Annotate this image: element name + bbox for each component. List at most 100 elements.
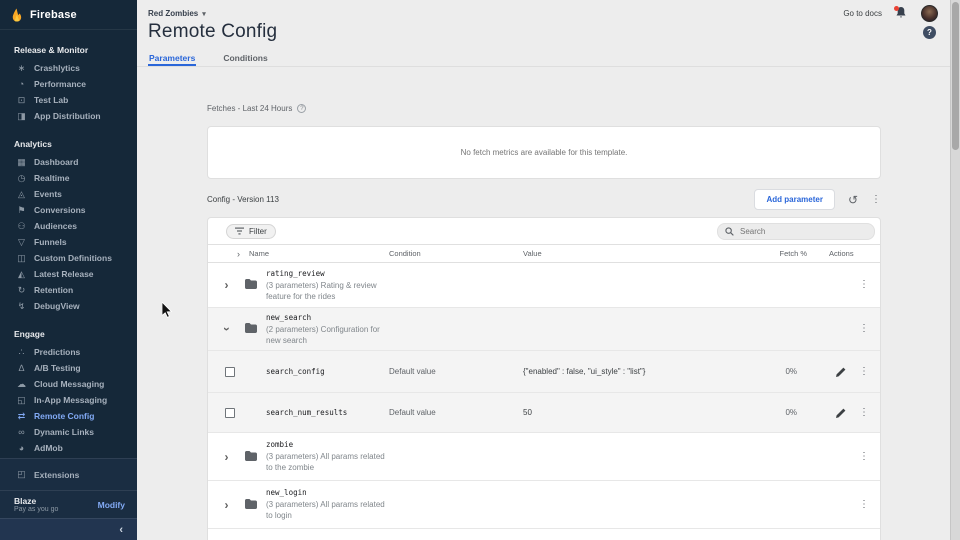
table-row-rating-review: › rating_review (3 parameters) Rating & r… <box>208 263 880 308</box>
parameter-condition: Default value <box>389 408 523 417</box>
chevron-right-icon[interactable]: › <box>225 500 229 510</box>
performance-icon: ◔ <box>15 80 28 89</box>
parameter-name: search_num_results <box>266 408 389 417</box>
extensions-icon: ◰ <box>15 470 28 479</box>
parameter-group-description: (3 parameters) Rating & review feature f… <box>266 280 389 302</box>
row-checkbox[interactable] <box>225 408 235 418</box>
sidebar-item-funnels[interactable]: ▽Funnels <box>0 234 137 250</box>
config-header: Config - Version 113 Add parameter ↺ ⋮ <box>207 189 881 210</box>
sidebar-item-performance[interactable]: ◔Performance <box>0 76 137 92</box>
expand-all-icon[interactable]: › <box>208 249 245 259</box>
page-scrollbar <box>950 0 960 540</box>
audiences-icon: ⚇ <box>15 222 28 231</box>
sidebar-item-ab-testing[interactable]: ∆A/B Testing <box>0 360 137 376</box>
sidebar-section-analytics: Analytics ▦Dashboard ◷Realtime ◬Events ⚑… <box>0 130 137 314</box>
row-menu-icon[interactable]: ⋮ <box>859 500 869 510</box>
help-icon[interactable]: ? <box>923 26 936 39</box>
scrollbar-thumb[interactable] <box>952 2 959 150</box>
fetches-help-icon[interactable]: ? <box>297 104 306 113</box>
dynamic-links-icon: ∞ <box>15 428 28 437</box>
row-menu-icon[interactable]: ⋮ <box>859 324 869 334</box>
sidebar-item-test-lab[interactable]: ⊡Test Lab <box>0 92 137 108</box>
chevron-right-icon[interactable]: › <box>225 452 229 462</box>
sidebar-item-dashboard[interactable]: ▦Dashboard <box>0 154 137 170</box>
remote-config-icon: ⇄ <box>15 412 28 421</box>
sidebar: Firebase Release & Monitor ∗Crashlytics … <box>0 0 137 540</box>
project-selector[interactable]: Red Zombies▾ <box>148 9 206 18</box>
page-title: Remote Config <box>148 21 277 43</box>
dashboard-icon: ▦ <box>15 158 28 167</box>
sidebar-item-custom-definitions[interactable]: ◫Custom Definitions <box>0 250 137 266</box>
sidebar-item-debugview[interactable]: ↯DebugView <box>0 298 137 314</box>
firebase-logo[interactable]: Firebase <box>0 0 137 30</box>
parameter-group-name: new_login <box>266 488 389 497</box>
predictions-icon: ∴ <box>15 348 28 357</box>
table-row-search-config: search_config Default value {"enabled" :… <box>208 351 880 393</box>
sidebar-item-realtime[interactable]: ◷Realtime <box>0 170 137 186</box>
sidebar-item-app-distribution[interactable]: ◨App Distribution <box>0 108 137 124</box>
config-menu-icon[interactable]: ⋮ <box>871 195 881 205</box>
sidebar-collapse-bar: ‹ <box>0 518 137 540</box>
version-history-icon[interactable]: ↺ <box>848 194 858 206</box>
sidebar-item-crashlytics[interactable]: ∗Crashlytics <box>0 60 137 76</box>
chevron-down-icon[interactable]: › <box>222 327 232 331</box>
parameter-condition: Default value <box>389 367 523 376</box>
edit-pencil-icon[interactable] <box>836 408 846 418</box>
filter-button[interactable]: Filter <box>226 224 276 239</box>
row-menu-icon[interactable]: ⋮ <box>859 280 869 290</box>
column-header-actions: Actions <box>807 249 882 258</box>
folder-icon <box>245 499 257 509</box>
collapse-sidebar-icon[interactable]: ‹ <box>119 524 123 536</box>
search-icon <box>725 227 734 236</box>
empty-state-message: No fetch metrics are available for this … <box>461 148 628 157</box>
section-header: Release & Monitor <box>0 36 137 60</box>
column-header-condition: Condition <box>389 249 523 258</box>
in-app-messaging-icon: ◱ <box>15 396 28 405</box>
row-menu-icon[interactable]: ⋮ <box>859 452 869 462</box>
sidebar-item-admob[interactable]: ◕AdMob <box>0 440 137 456</box>
sidebar-item-cloud-messaging[interactable]: ☁Cloud Messaging <box>0 376 137 392</box>
sidebar-bottom: ◰ Extensions Blaze Pay as you go Modify … <box>0 458 137 540</box>
sidebar-item-extensions[interactable]: ◰ Extensions <box>0 458 137 490</box>
edit-pencil-icon[interactable] <box>836 367 846 377</box>
folder-icon <box>245 279 257 289</box>
conversions-icon: ⚑ <box>15 206 28 215</box>
row-menu-icon[interactable]: ⋮ <box>859 367 869 377</box>
config-version-label: Config - Version 113 <box>207 195 279 204</box>
parameter-group-description: (3 parameters) All params related to the… <box>266 451 389 473</box>
sidebar-item-retention[interactable]: ↻Retention <box>0 282 137 298</box>
user-avatar[interactable] <box>921 5 938 22</box>
row-menu-icon[interactable]: ⋮ <box>859 408 869 418</box>
latest-release-icon: ◭ <box>15 270 28 279</box>
parameter-fetch-percent: 0% <box>763 408 807 417</box>
add-parameter-button[interactable]: Add parameter <box>754 189 834 210</box>
search-input[interactable] <box>740 227 860 236</box>
sidebar-item-latest-release[interactable]: ◭Latest Release <box>0 266 137 282</box>
sidebar-item-events[interactable]: ◬Events <box>0 186 137 202</box>
main-area: Red Zombies▾ Go to docs Remote Config Pa… <box>137 0 950 540</box>
modify-plan-button[interactable]: Modify <box>98 500 125 510</box>
go-to-docs-link[interactable]: Go to docs <box>843 9 882 18</box>
admob-icon: ◕ <box>15 444 28 453</box>
notifications-bell-icon[interactable] <box>895 6 908 20</box>
mouse-cursor <box>162 302 173 318</box>
notification-badge <box>894 6 899 11</box>
row-checkbox[interactable] <box>225 367 235 377</box>
sidebar-item-in-app-messaging[interactable]: ◱In-App Messaging <box>0 392 137 408</box>
sidebar-item-predictions[interactable]: ∴Predictions <box>0 344 137 360</box>
sidebar-item-audiences[interactable]: ⚇Audiences <box>0 218 137 234</box>
filter-icon <box>235 227 244 235</box>
tab-parameters[interactable]: Parameters <box>148 49 196 66</box>
sidebar-item-dynamic-links[interactable]: ∞Dynamic Links <box>0 424 137 440</box>
section-header: Engage <box>0 320 137 344</box>
chevron-right-icon[interactable]: › <box>225 280 229 290</box>
sidebar-item-remote-config[interactable]: ⇄Remote Config <box>0 408 137 424</box>
sidebar-item-conversions[interactable]: ⚑Conversions <box>0 202 137 218</box>
column-header-value: Value <box>523 249 763 258</box>
parameter-group-name: rating_review <box>266 269 389 278</box>
search-field <box>717 223 875 240</box>
test-lab-icon: ⊡ <box>15 96 28 105</box>
tab-conditions[interactable]: Conditions <box>222 49 268 66</box>
firebase-flame-icon <box>10 8 23 22</box>
column-header-fetch: Fetch % <box>763 249 807 258</box>
